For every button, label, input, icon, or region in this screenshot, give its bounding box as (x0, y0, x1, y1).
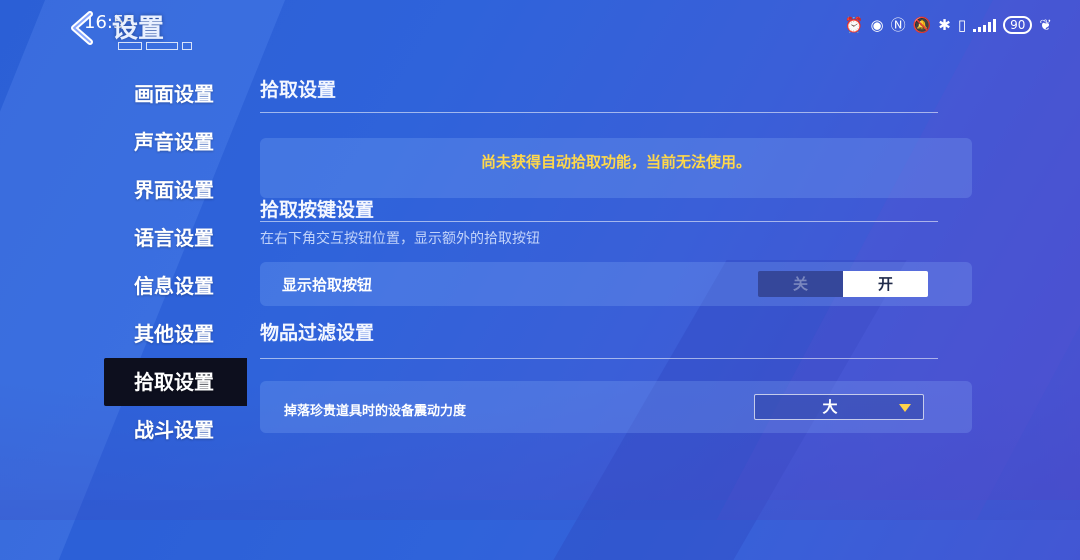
setting-label-vibration: 掉落珍贵道具时的设备震动力度 (284, 404, 467, 419)
signal-icon (973, 18, 997, 32)
alarm-icon: ⏰ (844, 15, 864, 34)
sidebar-item-pickup[interactable]: 拾取设置 (104, 358, 247, 406)
divider (260, 112, 938, 113)
section-title-pickup-button: 拾取按键设置 (260, 199, 375, 221)
background-stripe (716, 0, 1080, 520)
section-hint: 在右下角交互按钮位置，显示额外的拾取按钮 (260, 231, 540, 247)
divider (260, 221, 938, 222)
battery-indicator: 90 (1003, 15, 1033, 34)
sidebar-item-other[interactable]: 其他设置 (104, 310, 254, 358)
page-title: 设置 (112, 14, 165, 44)
status-icons: ⏰ ◉ Ⓝ 🔕 ✱ ▯ 90 ❦ (845, 14, 1052, 35)
sidebar-item-combat[interactable]: 战斗设置 (104, 406, 254, 454)
vibration-strength-dropdown[interactable]: 大 (754, 394, 924, 420)
sidebar-item-interface[interactable]: 界面设置 (104, 166, 254, 214)
divider (260, 358, 938, 359)
back-button[interactable] (66, 10, 100, 46)
toggle-on-option[interactable]: 开 (843, 271, 928, 297)
sidebar-item-display[interactable]: 画面设置 (104, 70, 254, 118)
toggle-off-option[interactable]: 关 (758, 271, 843, 297)
settings-sidebar: 画面设置 声音设置 界面设置 语言设置 信息设置 其他设置 拾取设置 战斗设置 (104, 70, 254, 454)
title-decoration (118, 42, 198, 50)
warning-text: 尚未获得自动拾取功能，当前无法使用。 (480, 153, 751, 171)
chevron-left-icon (71, 11, 93, 45)
dropdown-value: 大 (822, 398, 838, 416)
sidebar-item-language[interactable]: 语言设置 (104, 214, 254, 262)
show-pickup-toggle[interactable]: 关 开 (758, 271, 928, 297)
eye-icon: ◉ (870, 15, 884, 34)
section-title-item-filter: 物品过滤设置 (260, 322, 375, 344)
bluetooth-icon: ✱ (938, 15, 951, 34)
sidebar-item-info[interactable]: 信息设置 (104, 262, 254, 310)
section-title-pickup: 拾取设置 (260, 79, 337, 101)
setting-label-show-pickup: 显示拾取按钮 (282, 276, 373, 294)
mute-icon: 🔕 (912, 15, 932, 34)
caret-down-icon (899, 404, 911, 412)
leaf-icon: ❦ (1039, 15, 1052, 34)
vibrate-icon: ▯ (957, 15, 967, 34)
nfc-icon: Ⓝ (890, 16, 906, 34)
sidebar-item-sound[interactable]: 声音设置 (104, 118, 254, 166)
